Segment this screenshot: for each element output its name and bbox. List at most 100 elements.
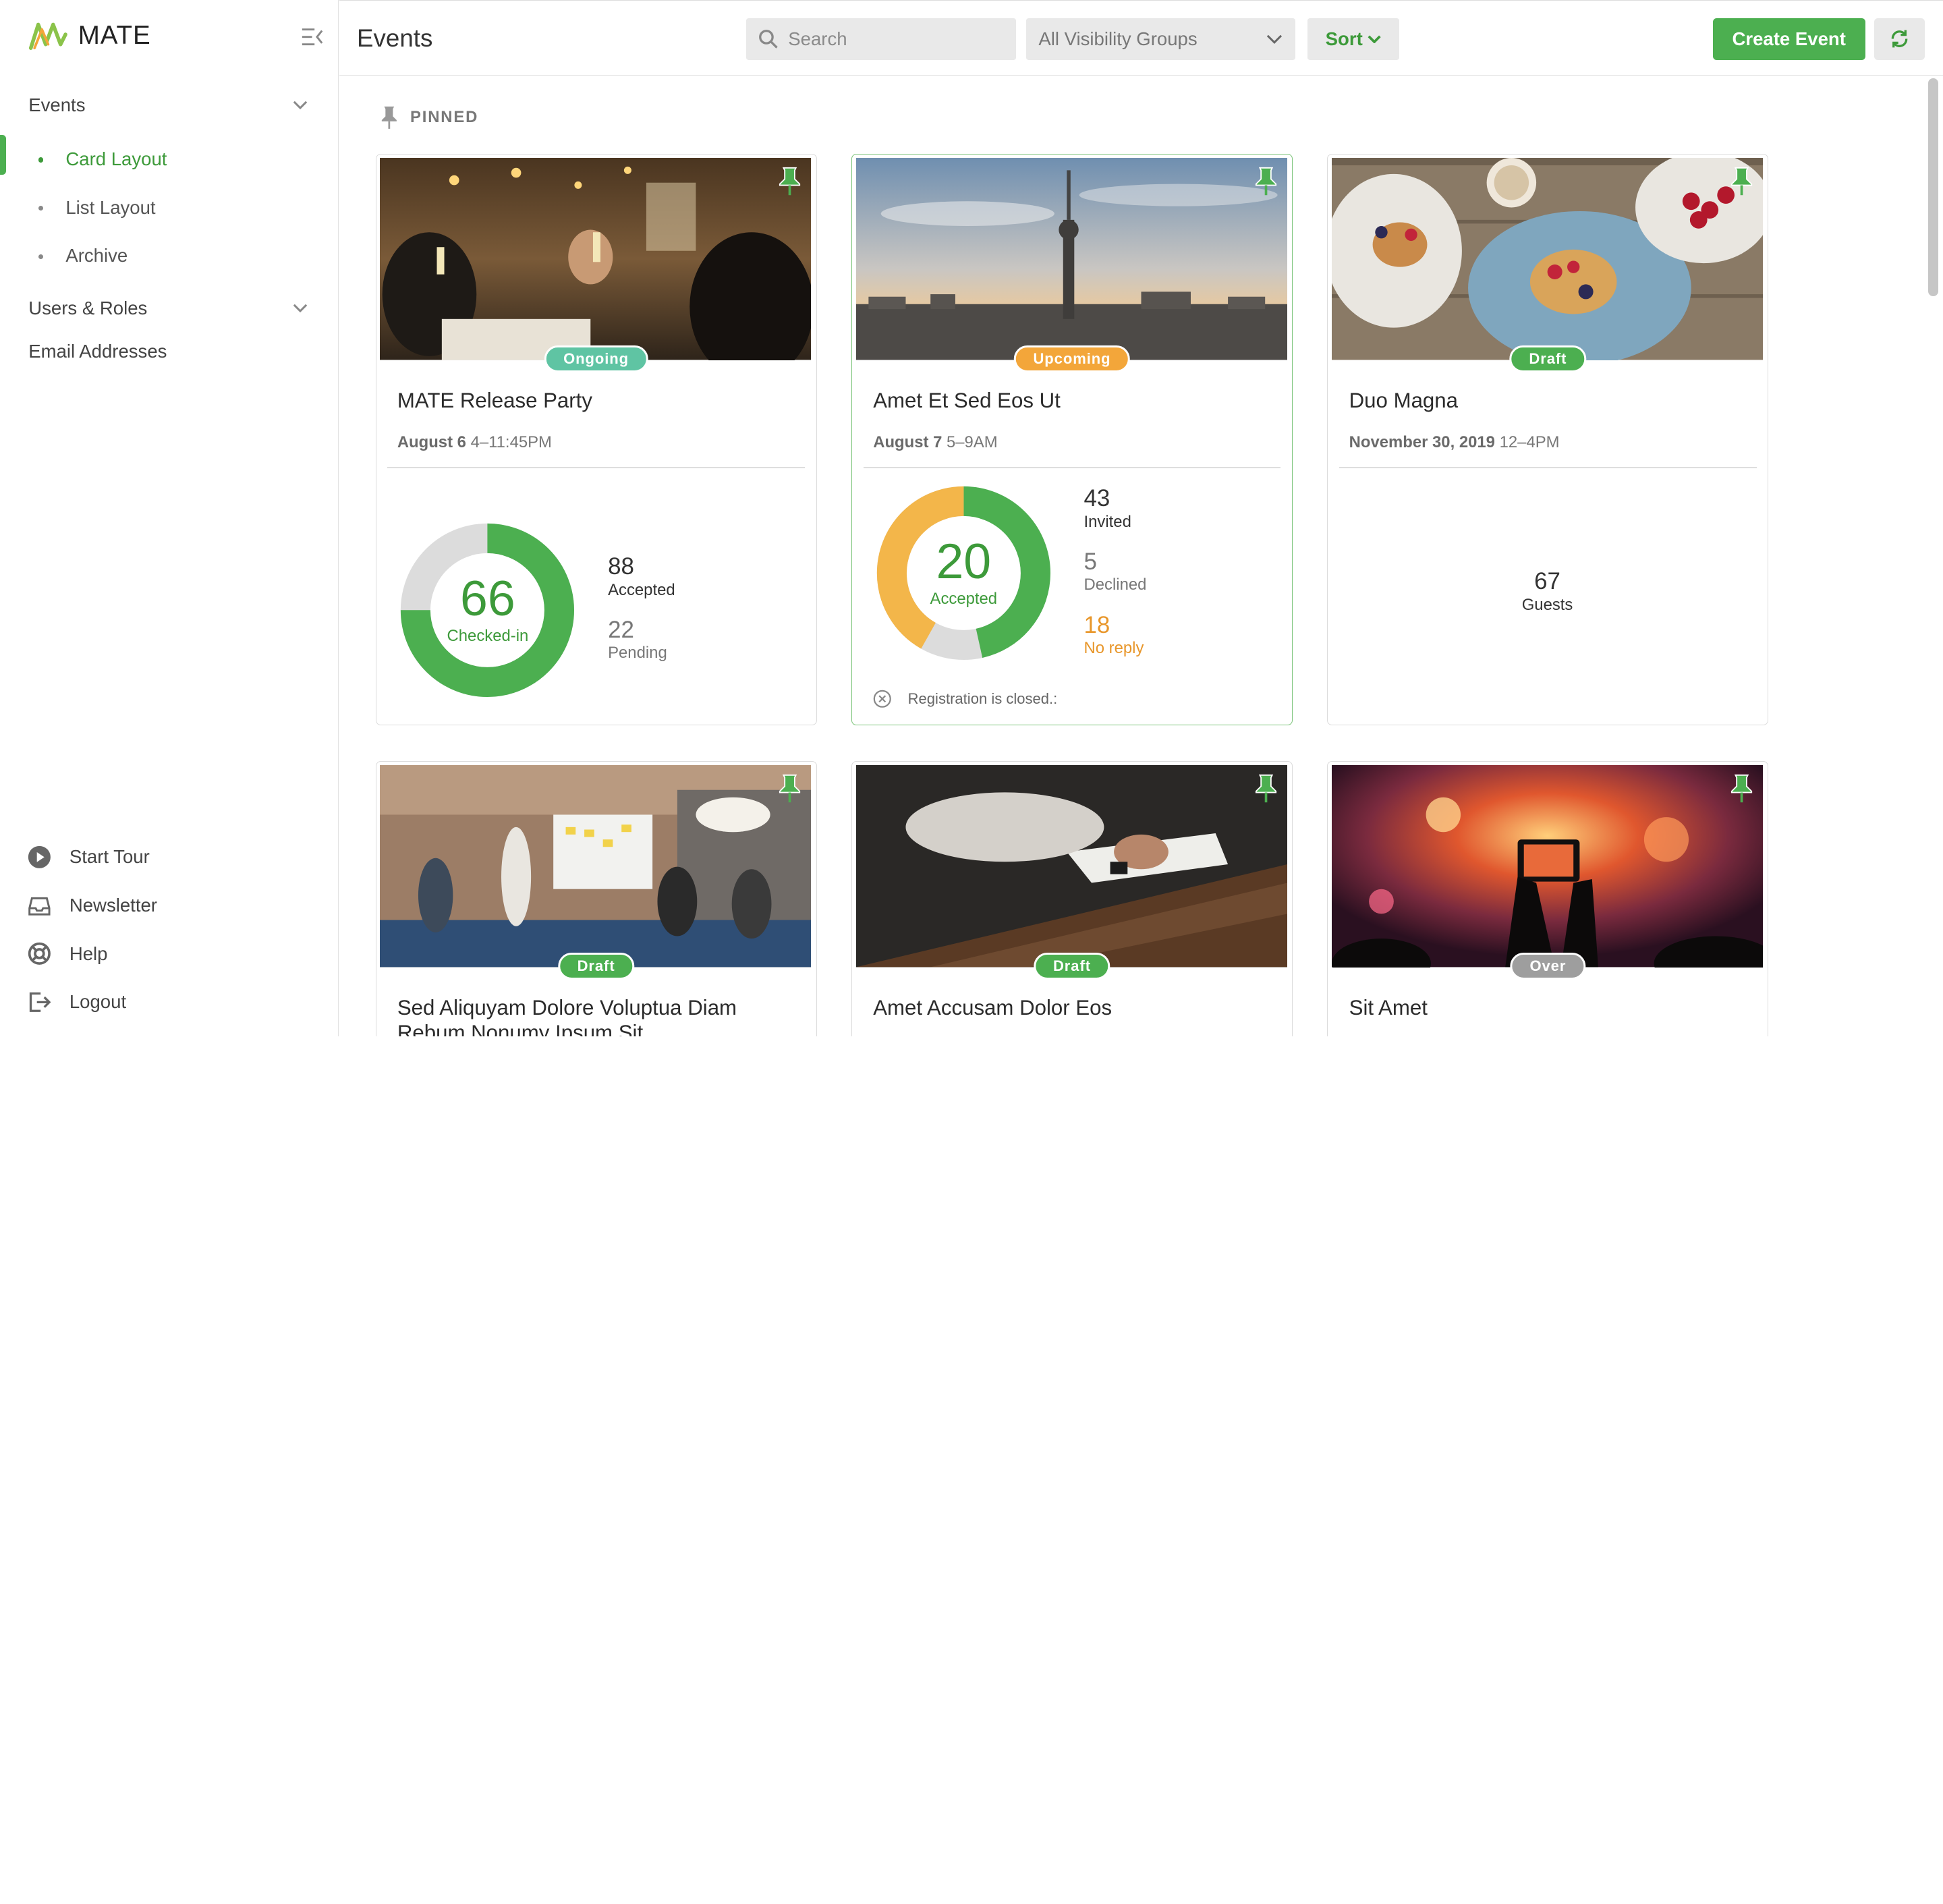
refresh-button[interactable]: [1874, 18, 1925, 61]
stat-label: Pending: [608, 644, 667, 663]
visibility-group-select[interactable]: All Visibility Groups: [1026, 18, 1295, 61]
event-card-duo-magna[interactable]: Draft Duo Magna November 30, 2019 12–4PM…: [1327, 153, 1769, 725]
inbox-icon: [27, 893, 52, 918]
pin-icon[interactable]: [779, 774, 801, 804]
rsvp-donut: 20 Accepted: [876, 485, 1052, 661]
event-date-time: 4–11:45PM: [470, 433, 552, 452]
stat-value: 18: [1083, 611, 1110, 638]
bullet-icon: [38, 205, 44, 211]
status-badge: Over: [1510, 952, 1586, 980]
pin-icon[interactable]: [1730, 167, 1753, 196]
play-circle-icon: [27, 845, 52, 870]
nav-group-label: Users & Roles: [28, 298, 148, 319]
search-box[interactable]: [745, 18, 1017, 61]
stat-label: Declined: [1083, 576, 1147, 594]
start-tour-link[interactable]: Start Tour: [0, 833, 337, 881]
event-card-amet-et-sed-eos-ut[interactable]: Upcoming Amet Et Sed Eos Ut August 7 5–9…: [851, 153, 1293, 725]
event-date-day: November 30, 2019: [1349, 433, 1495, 452]
stat-invited: 43 Invited: [1084, 485, 1131, 531]
pin-icon[interactable]: [1255, 774, 1277, 804]
stat-value: 43: [1083, 485, 1110, 512]
event-image-breakfast: [1331, 158, 1764, 360]
logout-link[interactable]: Logout: [0, 978, 337, 1026]
sidebar-bottom-links: Start Tour Newsletter Help Logout: [0, 833, 337, 1026]
sort-button[interactable]: Sort: [1307, 18, 1399, 61]
stat-value: 67: [1534, 568, 1560, 595]
stat-label: No reply: [1083, 639, 1144, 658]
sidebar-item-archive[interactable]: Archive: [0, 232, 337, 281]
newsletter-link[interactable]: Newsletter: [0, 881, 337, 930]
event-title: MATE Release Party: [397, 388, 592, 412]
pin-icon[interactable]: [1255, 167, 1277, 196]
card-divider: [1339, 466, 1757, 468]
help-link[interactable]: Help: [0, 930, 337, 978]
checked-in-donut: 66 Checked-in: [399, 522, 575, 698]
event-image-meeting: [380, 765, 812, 968]
nav-group-events[interactable]: Events: [0, 87, 337, 124]
event-card-mate-release-party[interactable]: Ongoing MATE Release Party August 6 4–11…: [375, 153, 817, 725]
event-card-amet-accusam[interactable]: Draft Amet Accusam Dolor Eos: [851, 760, 1293, 1036]
event-date-time: 5–9AM: [947, 433, 998, 452]
newsletter-label: Newsletter: [69, 894, 157, 916]
app-name: MATE: [78, 21, 151, 51]
pin-icon[interactable]: [779, 167, 801, 196]
card-divider: [863, 466, 1281, 468]
search-input[interactable]: [788, 28, 987, 50]
sidebar-item-email-addresses[interactable]: Email Addresses: [0, 327, 337, 376]
logout-label: Logout: [69, 991, 127, 1013]
donut-label: Accepted: [930, 589, 998, 608]
event-card-sit-amet[interactable]: Over Sit Amet: [1327, 760, 1769, 1036]
nav-group-users-roles[interactable]: Users & Roles: [0, 290, 337, 327]
sidebar-nav: Events Card Layout List Layout Archive U…: [0, 87, 337, 376]
scrollbar-thumb[interactable]: [1928, 78, 1939, 297]
stat-accepted: 88 Accepted: [608, 553, 675, 599]
pin-icon[interactable]: [1730, 774, 1753, 804]
close-circle-icon: [873, 690, 892, 708]
app-logo[interactable]: MATE: [28, 20, 150, 52]
events-content: PINNED Ongoing MATE Release Party August…: [339, 76, 1943, 1036]
sidebar-item-card-layout[interactable]: Card Layout: [0, 135, 337, 184]
event-image-skyline: [855, 158, 1287, 360]
logout-icon: [27, 990, 52, 1015]
visibility-group-value: All Visibility Groups: [1038, 28, 1198, 49]
stat-no-reply: 18 No reply: [1084, 612, 1144, 658]
sort-label: Sort: [1325, 28, 1363, 49]
bullet-icon: [38, 157, 44, 163]
collapse-sidebar-icon[interactable]: [301, 27, 323, 47]
event-card-sed-aliquyam[interactable]: Draft Sed Aliquyam Dolore Voluptua Diam …: [375, 760, 817, 1036]
sidebar-item-label: Archive: [65, 245, 128, 267]
lifebuoy-icon: [27, 941, 52, 966]
help-label: Help: [69, 943, 108, 964]
event-title: Amet Et Sed Eos Ut: [873, 388, 1061, 412]
stat-pending: 22 Pending: [608, 617, 667, 663]
stat-value: 88: [608, 553, 634, 580]
event-image-concert: [1331, 765, 1764, 968]
chevron-down-icon: [293, 101, 307, 109]
status-badge: Ongoing: [544, 345, 648, 373]
event-image-party: [380, 158, 812, 360]
donut-value: 20: [936, 533, 992, 590]
event-title: Sit Amet: [1349, 996, 1428, 1020]
sidebar-item-list-layout[interactable]: List Layout: [0, 184, 337, 232]
pin-icon: [381, 106, 397, 130]
mate-logo-icon: [29, 22, 68, 51]
chevron-down-icon: [1368, 35, 1381, 44]
event-date: November 30, 2019 12–4PM: [1349, 433, 1560, 452]
status-badge: Draft: [1509, 345, 1587, 373]
nav-group-label: Events: [28, 94, 86, 116]
status-badge: Upcoming: [1013, 345, 1131, 373]
pinned-section-header: PINNED: [381, 105, 478, 130]
stat-label: Accepted: [608, 580, 675, 599]
app-window: MATE Events Card Layout List Layout Arch…: [0, 0, 1943, 1036]
pinned-label: PINNED: [410, 108, 479, 127]
stat-value: 5: [1083, 548, 1097, 575]
create-event-button[interactable]: Create Event: [1712, 18, 1865, 61]
bullet-icon: [38, 254, 44, 259]
event-date-day: August 7: [873, 433, 942, 452]
donut-label: Checked-in: [447, 626, 529, 645]
event-title: Duo Magna: [1349, 388, 1459, 412]
stat-value: 22: [608, 616, 634, 643]
registration-status: Registration is closed.:: [873, 690, 1057, 708]
registration-text: Registration is closed.:: [907, 690, 1058, 708]
chevron-down-icon: [1267, 34, 1283, 44]
